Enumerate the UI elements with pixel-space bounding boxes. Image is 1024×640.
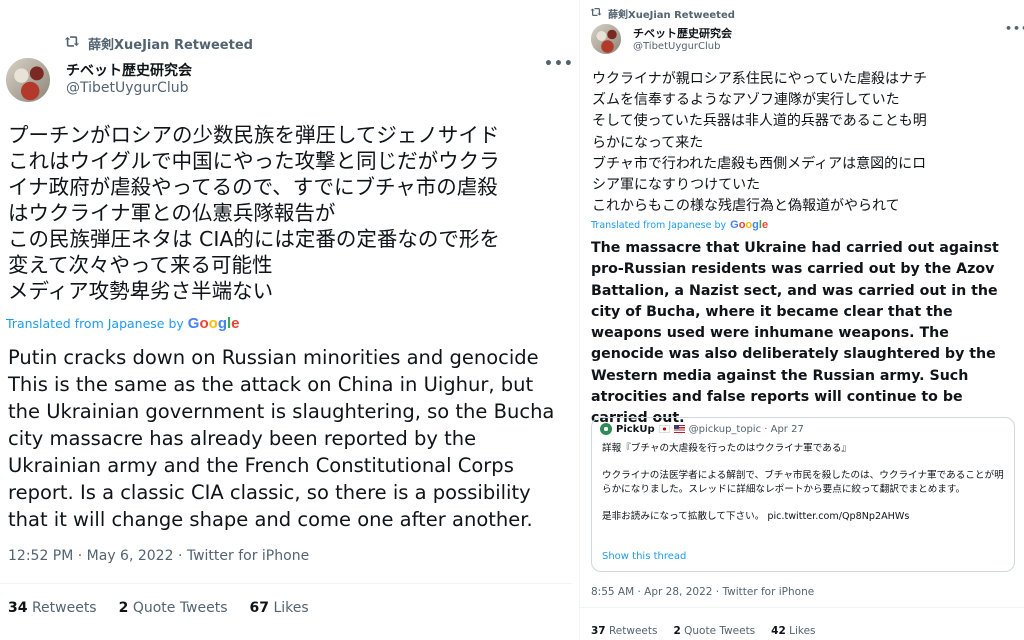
avatar[interactable]: [6, 58, 50, 102]
divider: [0, 583, 572, 584]
translated-label: Translated from Japanese by: [6, 316, 184, 331]
us-flag-icon: [673, 425, 685, 433]
retweet-indicator[interactable]: 薛剣XueJian Retweeted: [590, 6, 735, 21]
author-handle[interactable]: @TibetUygurClub: [66, 80, 188, 96]
more-icon[interactable]: •••: [544, 56, 572, 72]
author-name[interactable]: チベット歴史研究会: [633, 25, 732, 41]
retweet-icon: [590, 7, 602, 20]
translated-label: Translated from Japanese by: [591, 219, 727, 231]
google-logo: Google: [730, 219, 769, 231]
tweet-timestamp[interactable]: 12:52 PM · May 6, 2022 · Twitter for iPh…: [8, 548, 309, 564]
engagement-stats: 37 Retweets 2 Quote Tweets 42 Likes: [591, 625, 816, 637]
divider: [580, 607, 1024, 608]
google-logo: Google: [187, 315, 240, 332]
likes-stat[interactable]: 42 Likes: [771, 625, 815, 637]
tweet-text-translated: Putin cracks down on Russian minorities …: [8, 346, 555, 531]
tweet-panel-right: 薛剣XueJian Retweeted チベット歴史研究会 @TibetUygu…: [579, 0, 1024, 640]
retweet-label: 薛剣XueJian Retweeted: [608, 10, 735, 21]
quoted-avatar: [600, 423, 612, 435]
tweet-text-translated: The massacre that Ukraine had carried ou…: [591, 240, 999, 427]
translation-attribution[interactable]: Translated from Japanese by Google: [591, 219, 768, 231]
japan-flag-icon: [658, 425, 670, 433]
more-icon[interactable]: •••: [1005, 22, 1024, 35]
author-handle[interactable]: @TibetUygurClub: [633, 41, 720, 52]
retweets-stat[interactable]: 34 Retweets: [8, 600, 97, 616]
tweet-text-original: ウクライナが親ロシア系住民にやっていた虐殺はナチ ズムを信奉するようなアゾフ連隊…: [592, 71, 928, 215]
engagement-stats: 34 Retweets 2 Quote Tweets 67 Likes: [8, 600, 309, 616]
quotes-stat[interactable]: 2 Quote Tweets: [673, 625, 755, 637]
retweet-indicator[interactable]: 薛剣XueJian Retweeted: [64, 34, 253, 53]
translation-attribution[interactable]: Translated from Japanese by Google: [6, 315, 240, 332]
show-thread-link[interactable]: Show this thread: [602, 551, 686, 562]
quoted-tweet-text: 詳報『ブチャの大虐殺を行ったのはウクライナ軍である』 ウクライナの法医学者による…: [602, 443, 1004, 522]
quotes-stat[interactable]: 2 Quote Tweets: [119, 600, 228, 616]
quoted-author-name: PickUp: [616, 423, 655, 435]
quoted-handle-date: @pickup_topic · Apr 27: [688, 423, 804, 435]
author-name[interactable]: チベット歴史研究会: [66, 60, 192, 80]
retweets-stat[interactable]: 37 Retweets: [591, 625, 657, 637]
likes-stat[interactable]: 67 Likes: [250, 600, 309, 616]
tweet-text-original: プーチンがロシアの少数民族を弾圧してジェノサイド これはウイグルで中国にやった攻…: [8, 123, 500, 303]
retweet-icon: [64, 35, 80, 52]
quoted-tweet-header: PickUp @pickup_topic · Apr 27: [600, 423, 804, 435]
retweet-label: 薛剣XueJian Retweeted: [88, 38, 253, 53]
tweet-panel-left: 薛剣XueJian Retweeted チベット歴史研究会 @TibetUygu…: [0, 0, 572, 640]
avatar[interactable]: [591, 24, 621, 54]
quoted-tweet[interactable]: PickUp @pickup_topic · Apr 27 詳報『ブチャの大虐殺…: [591, 417, 1015, 572]
tweet-timestamp[interactable]: 8:55 AM · Apr 28, 2022 · Twitter for iPh…: [591, 586, 814, 598]
